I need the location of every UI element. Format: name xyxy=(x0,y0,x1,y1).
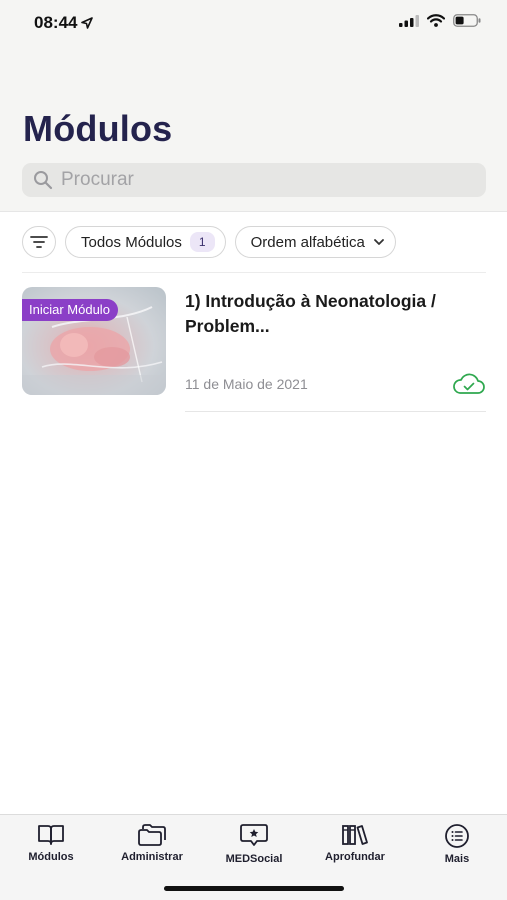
filter-icon xyxy=(30,236,48,248)
tab-label-modulos: Módulos xyxy=(28,851,74,863)
page-title: Módulos xyxy=(23,108,173,149)
start-module-badge[interactable]: Iniciar Módulo xyxy=(22,299,118,321)
cellular-signal-icon xyxy=(399,14,419,27)
tab-modulos[interactable]: Módulos xyxy=(6,823,96,863)
library-icon xyxy=(342,825,368,845)
wifi-icon xyxy=(427,14,445,27)
item-divider xyxy=(185,411,486,412)
list-circle-icon xyxy=(445,824,469,848)
status-icons xyxy=(399,14,481,27)
search-bar[interactable] xyxy=(22,163,486,197)
tab-label-medsocial: MEDSocial xyxy=(225,853,283,865)
status-bar: 08:44 xyxy=(0,0,507,46)
all-modules-count-badge: 1 xyxy=(189,232,215,252)
tab-aprofundar[interactable]: Aprofundar xyxy=(310,823,400,863)
list-divider xyxy=(22,272,486,273)
tab-label-mais: Mais xyxy=(444,853,470,865)
tab-administrar[interactable]: Administrar xyxy=(107,823,197,863)
filter-row: Todos Módulos 1 Ordem alfabética xyxy=(22,226,396,258)
tab-mais[interactable]: Mais xyxy=(412,823,502,865)
location-arrow-icon xyxy=(81,17,94,29)
clock-text: 08:44 xyxy=(34,13,78,32)
filter-button[interactable] xyxy=(22,226,56,258)
chat-star-icon xyxy=(240,824,268,846)
all-modules-chip[interactable]: Todos Módulos 1 xyxy=(65,226,226,258)
header-area: 08:44 Módulos xyxy=(0,0,507,212)
folders-icon xyxy=(138,824,166,846)
home-indicator xyxy=(164,886,344,891)
status-time: 08:44 xyxy=(34,13,94,33)
battery-icon xyxy=(453,14,481,27)
cloud-check-icon[interactable] xyxy=(452,373,486,395)
module-thumbnail[interactable]: Iniciar Módulo xyxy=(22,287,166,395)
module-title[interactable]: 1) Introdução à Neonatologia / Problem..… xyxy=(185,289,475,339)
tab-label-administrar: Administrar xyxy=(121,851,183,863)
all-modules-label: Todos Módulos xyxy=(81,233,182,251)
sort-dropdown[interactable]: Ordem alfabética xyxy=(234,226,396,258)
tab-label-aprofundar: Aprofundar xyxy=(325,851,385,863)
search-input[interactable] xyxy=(61,169,461,191)
module-list-item[interactable]: Iniciar Módulo 1) Introdução à Neonatolo… xyxy=(22,287,486,413)
book-open-icon xyxy=(38,825,64,845)
chevron-down-icon xyxy=(373,239,384,245)
search-icon xyxy=(34,171,53,190)
tab-medsocial[interactable]: MEDSocial xyxy=(209,823,299,865)
module-date: 11 de Maio de 2021 xyxy=(185,376,308,392)
sort-label: Ordem alfabética xyxy=(250,233,365,251)
